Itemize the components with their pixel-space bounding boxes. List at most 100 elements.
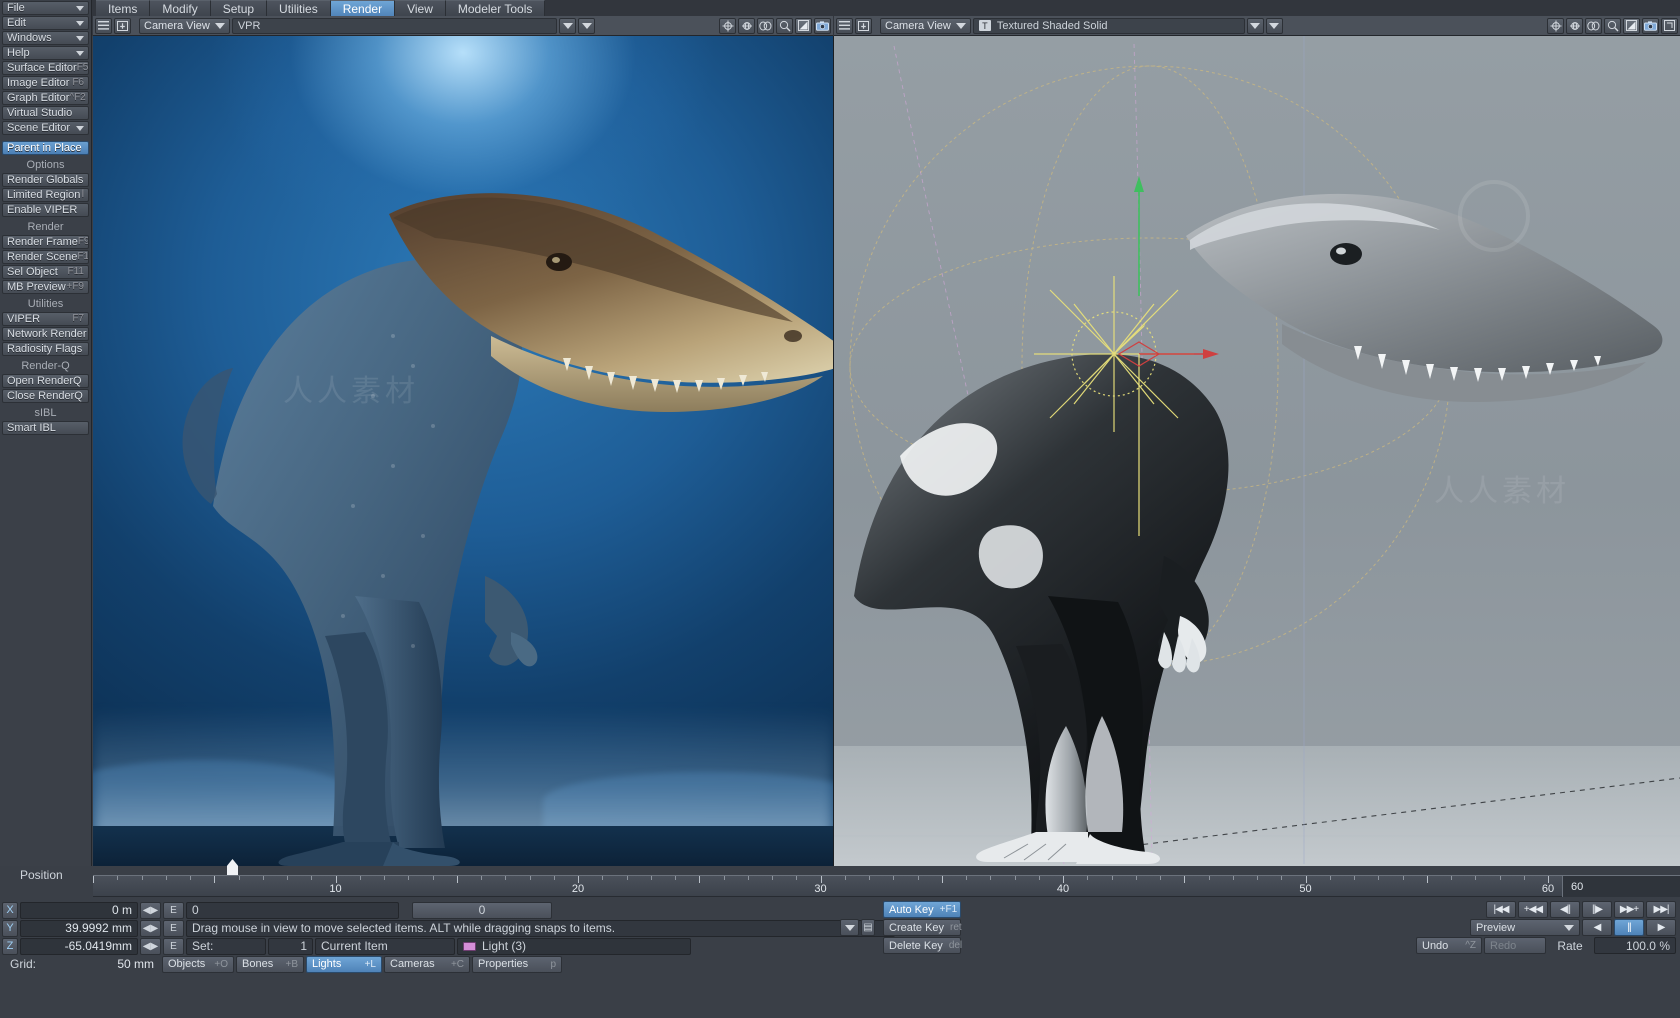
- z-envelope-button[interactable]: E: [163, 937, 184, 955]
- left-viewport-vpr-render[interactable]: 人人素材: [93, 36, 833, 866]
- play-forward-button[interactable]: ▶: [1646, 919, 1676, 936]
- menu-tab-items[interactable]: Items: [96, 0, 151, 17]
- sidebar-item-edit[interactable]: Edit: [2, 16, 89, 30]
- step-back-button[interactable]: ◀||: [1550, 901, 1580, 918]
- right-view-mode-dropdown[interactable]: Camera View: [880, 17, 971, 34]
- left-render-mode-field[interactable]: VPR: [231, 17, 557, 34]
- frame-number-field[interactable]: 0: [186, 901, 399, 919]
- menu-tab-modeler-tools[interactable]: Modeler Tools: [445, 0, 546, 17]
- preview-dropdown[interactable]: Preview: [1470, 919, 1580, 936]
- set-value[interactable]: 1: [268, 937, 313, 955]
- sidebar-item-network-render[interactable]: Network Render: [2, 327, 89, 341]
- sidebar-item-close-renderq[interactable]: Close RenderQ: [2, 389, 89, 403]
- axis-x-toggle[interactable]: X: [2, 901, 18, 919]
- position-x-field[interactable]: 0 m: [20, 901, 138, 919]
- right-extra-dropdown[interactable]: [1265, 17, 1283, 34]
- move-view-icon[interactable]: [1547, 17, 1565, 34]
- menu-tab-view[interactable]: View: [395, 0, 446, 17]
- sidebar-item-sel-object[interactable]: Sel Object F11: [2, 265, 89, 279]
- sidebar-item-virtual-studio[interactable]: Virtual Studio: [2, 106, 89, 120]
- sidebar-item-hotkey: F9: [77, 236, 89, 247]
- sidebar-item-help[interactable]: Help: [2, 46, 89, 60]
- y-envelope-button[interactable]: E: [163, 919, 184, 937]
- selection-mode-objects[interactable]: Objects +O: [162, 955, 234, 973]
- sidebar-item-render-globals[interactable]: Render Globals: [2, 173, 89, 187]
- selection-mode-lights[interactable]: Lights +L: [306, 955, 382, 973]
- right-render-mode-field[interactable]: T Textured Shaded Solid: [972, 17, 1245, 34]
- sidebar-item-smart-ibl[interactable]: Smart IBL: [2, 421, 89, 435]
- sidebar-item-render-scene[interactable]: Render SceneF10: [2, 250, 89, 264]
- sidebar-item-render-frame[interactable]: Render Frame F9: [2, 235, 89, 249]
- current-item-value-field[interactable]: Light (3): [457, 937, 691, 955]
- right-viewport-shaded[interactable]: 人人素材: [834, 36, 1680, 866]
- rotate-view-icon[interactable]: [1566, 17, 1584, 34]
- position-y-field[interactable]: 39.9992 mm: [20, 919, 138, 937]
- sidebar-item-file[interactable]: File: [2, 1, 89, 15]
- z-nudge-arrows[interactable]: ◀▶: [140, 937, 161, 955]
- sidebar-item-radiosity-flags[interactable]: Radiosity Flags: [2, 342, 89, 356]
- axis-z-toggle[interactable]: Z: [2, 937, 18, 955]
- current-frame-field[interactable]: 0: [412, 901, 552, 919]
- menu-tab-setup[interactable]: Setup: [210, 0, 268, 17]
- play-reverse-button[interactable]: ◀: [1582, 919, 1612, 936]
- redo-button[interactable]: Redo: [1484, 937, 1546, 954]
- go-to-end-button[interactable]: ▶▶|: [1646, 901, 1676, 918]
- menu-tab-modify[interactable]: Modify: [150, 0, 211, 17]
- mode-dropdown[interactable]: [840, 919, 859, 936]
- zoom-view-icon[interactable]: [776, 17, 793, 34]
- timeline-track[interactable]: 10 20 30 40 50 60 60: [93, 875, 1680, 897]
- sidebar-item-windows[interactable]: Windows: [2, 31, 89, 45]
- sidebar-item-enable-viper[interactable]: Enable VIPER: [2, 203, 89, 217]
- sidebar-item-parent-in-place[interactable]: Parent in Place: [2, 141, 89, 155]
- pan-view-icon[interactable]: [1585, 17, 1603, 34]
- position-z-field[interactable]: -65.0419mm: [20, 937, 138, 955]
- camera-icon[interactable]: [1642, 17, 1660, 34]
- right-render-mode-dropdown[interactable]: [1246, 17, 1264, 34]
- sidebar-item-open-renderq[interactable]: Open RenderQ: [2, 374, 89, 388]
- timeline-end-frame-field[interactable]: 60: [1562, 876, 1680, 897]
- expand-icon[interactable]: [1661, 17, 1679, 34]
- camera-icon[interactable]: [814, 17, 831, 34]
- left-render-mode-dropdown[interactable]: [559, 17, 576, 34]
- auto-key-button[interactable]: Auto Key +F1: [883, 901, 961, 918]
- create-key-button[interactable]: Create Key ret: [883, 919, 962, 936]
- rate-value[interactable]: 100.0 %: [1594, 937, 1676, 954]
- maximize-icon[interactable]: [855, 17, 872, 34]
- maximize-icon[interactable]: [114, 17, 131, 34]
- selection-mode-bones[interactable]: Bones +B: [236, 955, 304, 973]
- axis-y-toggle[interactable]: Y: [2, 919, 18, 937]
- zoom-view-icon[interactable]: [1604, 17, 1622, 34]
- x-nudge-arrows[interactable]: ◀▶: [140, 901, 161, 919]
- list-menu-icon[interactable]: [836, 17, 853, 34]
- sidebar-item-image-editor[interactable]: Image Editor F6: [2, 76, 89, 90]
- fit-view-icon[interactable]: [1623, 17, 1641, 34]
- pan-view-icon[interactable]: [757, 17, 774, 34]
- selection-mode-properties[interactable]: Properties p: [472, 955, 562, 973]
- sidebar-item-mb-preview[interactable]: MB Preview +F9: [2, 280, 89, 294]
- move-view-icon[interactable]: [719, 17, 736, 34]
- undo-button[interactable]: Undo ^Z: [1416, 937, 1482, 954]
- sidebar-item-limited-region[interactable]: Limited Region l: [2, 188, 89, 202]
- left-view-mode-dropdown[interactable]: Camera View: [139, 17, 230, 34]
- sidebar-item-graph-editor[interactable]: Graph Editor ^F2: [2, 91, 89, 105]
- sidebar-item-viper[interactable]: VIPER F7: [2, 312, 89, 326]
- rotate-view-icon[interactable]: [738, 17, 755, 34]
- previous-key-button[interactable]: +◀◀: [1518, 901, 1548, 918]
- step-forward-button[interactable]: ||▶: [1582, 901, 1612, 918]
- sidebar-item-surface-editor[interactable]: Surface Editor F5: [2, 61, 89, 75]
- mode-options-button[interactable]: ▤: [861, 919, 875, 936]
- sidebar-item-scene-editor[interactable]: Scene Editor: [2, 121, 89, 135]
- left-extra-dropdown[interactable]: [578, 17, 595, 34]
- delete-key-button[interactable]: Delete Key del: [883, 937, 962, 954]
- next-key-button[interactable]: ▶▶+: [1614, 901, 1644, 918]
- x-envelope-button[interactable]: E: [163, 901, 184, 919]
- y-nudge-arrows[interactable]: ◀▶: [140, 919, 161, 937]
- menu-tab-render[interactable]: Render: [330, 0, 396, 17]
- menu-tab-utilities[interactable]: Utilities: [267, 0, 331, 17]
- fit-view-icon[interactable]: [795, 17, 812, 34]
- selection-mode-cameras[interactable]: Cameras +C: [384, 955, 470, 973]
- pause-button[interactable]: ||: [1614, 919, 1644, 936]
- timeline-slider[interactable]: 10 20 30 40 50 60 60: [93, 859, 1680, 898]
- list-menu-icon[interactable]: [95, 17, 112, 34]
- go-to-start-button[interactable]: |◀◀: [1486, 901, 1516, 918]
